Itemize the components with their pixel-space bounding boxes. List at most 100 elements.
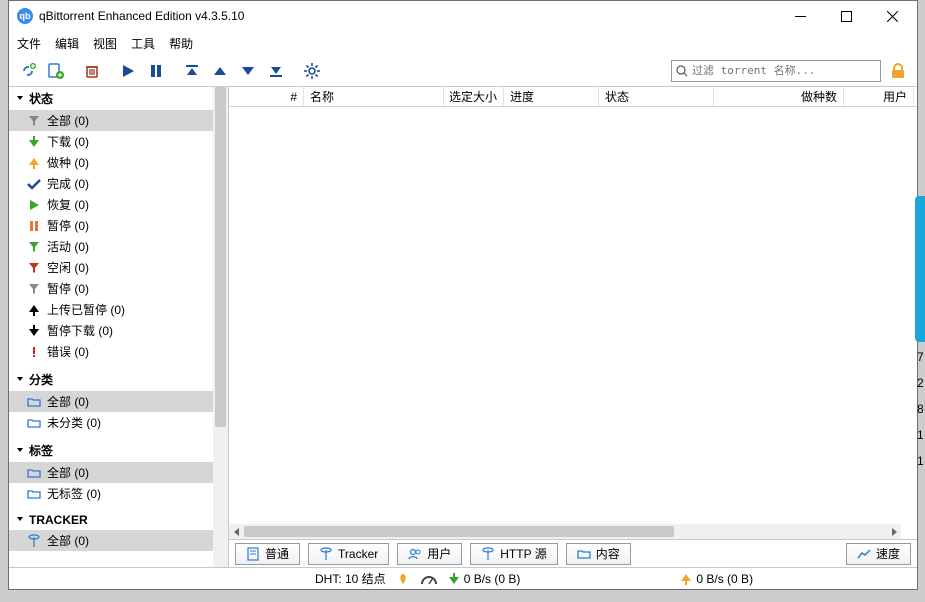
dht-status: DHT: 10 结点: [315, 570, 386, 587]
sidebar-item-label: 全部 (0): [47, 112, 89, 129]
doc-icon: [246, 547, 260, 561]
sidebar-item-label: 无标签 (0): [47, 485, 101, 502]
sidebar-item-label: 全部 (0): [47, 532, 89, 549]
arrow-up-orange-icon: [27, 156, 41, 170]
sidebar-item-label: 全部 (0): [47, 464, 89, 481]
search-input[interactable]: [692, 64, 876, 77]
resume-button[interactable]: [115, 58, 141, 84]
column-header[interactable]: 做种数: [714, 87, 844, 106]
chart-icon: [857, 547, 871, 561]
minimize-button[interactable]: [777, 1, 823, 31]
search-box[interactable]: [671, 60, 881, 82]
arrow-up-black-icon: [27, 303, 41, 317]
tab-HTTP 源[interactable]: HTTP 源: [470, 543, 557, 565]
tab-内容[interactable]: 内容: [566, 543, 631, 565]
sidebar-item-label: 暂停下载 (0): [47, 322, 113, 339]
toolbar: [9, 55, 917, 87]
sidebar-item-label: 恢复 (0): [47, 196, 89, 213]
sidebar-item-label: 活动 (0): [47, 238, 89, 255]
menu-2[interactable]: 视图: [93, 35, 117, 52]
sidebar-item[interactable]: 暂停 (0): [9, 278, 228, 299]
funnel-gray-icon: [27, 114, 41, 128]
sidebar-item[interactable]: 全部 (0): [9, 530, 228, 551]
sidebar-item-label: 错误 (0): [47, 343, 89, 360]
upload-speed: 0 B/s (0 B): [696, 572, 753, 586]
move-down-button[interactable]: [235, 58, 261, 84]
column-header[interactable]: 用户: [844, 87, 914, 106]
funnel-green-icon: [27, 240, 41, 254]
sidebar-item[interactable]: 无标签 (0): [9, 483, 228, 504]
sidebar-item-label: 下载 (0): [47, 133, 89, 150]
folder-blue-icon: [27, 416, 41, 430]
pause-button[interactable]: [143, 58, 169, 84]
column-header[interactable]: 名称: [304, 87, 444, 106]
section-TRACKER[interactable]: TRACKER: [9, 510, 228, 530]
sidebar: 状态全部 (0) 下载 (0) 做种 (0) 完成 (0) 恢复 (0) 暂停 (0) 活动…: [9, 87, 229, 567]
titlebar: qb qBittorrent Enhanced Edition v4.3.5.1…: [9, 1, 917, 31]
speed-gauge-icon: [420, 572, 438, 586]
maximize-button[interactable]: [823, 1, 869, 31]
sidebar-item[interactable]: 错误 (0): [9, 341, 228, 362]
sidebar-item[interactable]: 暂停下载 (0): [9, 320, 228, 341]
add-torrent-button[interactable]: [43, 58, 69, 84]
sidebar-item[interactable]: 暂停 (0): [9, 215, 228, 236]
column-headers: #名称选定大小进度状态做种数用户: [229, 87, 917, 107]
sidebar-item[interactable]: 全部 (0): [9, 391, 228, 412]
column-header[interactable]: 进度: [504, 87, 599, 106]
status-bar: DHT: 10 结点 0 B/s (0 B) 0 B/s (0 B): [9, 567, 917, 589]
search-icon: [676, 65, 688, 77]
horizontal-scrollbar[interactable]: [229, 524, 901, 539]
section-状态[interactable]: 状态: [9, 87, 228, 110]
download-speed: 0 B/s (0 B): [464, 572, 521, 586]
arrow-down-green-icon: [27, 135, 41, 149]
menu-1[interactable]: 编辑: [55, 35, 79, 52]
torrent-list[interactable]: [229, 107, 917, 524]
menu-3[interactable]: 工具: [131, 35, 155, 52]
delete-button[interactable]: [79, 58, 105, 84]
sidebar-item[interactable]: 全部 (0): [9, 110, 228, 131]
scroll-thumb[interactable]: [244, 526, 674, 537]
move-up-button[interactable]: [207, 58, 233, 84]
check-blue-icon: [27, 177, 41, 191]
main-panel: #名称选定大小进度状态做种数用户 普通Tracker用户HTTP 源内容速度: [229, 87, 917, 567]
sidebar-item-label: 上传已暂停 (0): [47, 301, 125, 318]
detail-tabs: 普通 Tracker 用户 HTTP 源内容 速度: [229, 539, 917, 567]
sidebar-item[interactable]: 恢复 (0): [9, 194, 228, 215]
add-link-button[interactable]: [15, 58, 41, 84]
sidebar-item[interactable]: 上传已暂停 (0): [9, 299, 228, 320]
sidebar-item[interactable]: 做种 (0): [9, 152, 228, 173]
sidebar-item[interactable]: 完成 (0): [9, 173, 228, 194]
move-top-button[interactable]: [179, 58, 205, 84]
overlay-side-tab[interactable]: [915, 196, 925, 342]
funnel-red-icon: [27, 261, 41, 275]
close-button[interactable]: [869, 1, 915, 31]
tab-普通[interactable]: 普通: [235, 543, 300, 565]
tab-speed[interactable]: 速度: [846, 543, 911, 565]
lock-button[interactable]: [885, 58, 911, 84]
column-header[interactable]: 状态: [599, 87, 714, 106]
sidebar-item-label: 做种 (0): [47, 154, 89, 171]
scroll-left-arrow[interactable]: [229, 524, 244, 539]
settings-button[interactable]: [299, 58, 325, 84]
disk-icon: [396, 572, 410, 586]
tab-Tracker[interactable]: Tracker: [308, 543, 389, 565]
sidebar-item[interactable]: 未分类 (0): [9, 412, 228, 433]
tab-用户[interactable]: 用户: [397, 543, 462, 565]
column-header[interactable]: 选定大小: [444, 87, 504, 106]
section-分类[interactable]: 分类: [9, 368, 228, 391]
section-标签[interactable]: 标签: [9, 439, 228, 462]
sidebar-item[interactable]: 全部 (0): [9, 462, 228, 483]
sidebar-item[interactable]: 下载 (0): [9, 131, 228, 152]
sidebar-item[interactable]: 活动 (0): [9, 236, 228, 257]
bang-red-icon: [27, 345, 41, 359]
sidebar-scrollbar[interactable]: [213, 87, 228, 567]
menu-0[interactable]: 文件: [17, 35, 41, 52]
sidebar-item[interactable]: 空闲 (0): [9, 257, 228, 278]
move-bottom-button[interactable]: [263, 58, 289, 84]
sidebar-item-label: 空闲 (0): [47, 259, 89, 276]
app-icon: qb: [17, 8, 33, 24]
folder-blue-icon: [27, 395, 41, 409]
scroll-right-arrow[interactable]: [886, 524, 901, 539]
menu-4[interactable]: 帮助: [169, 35, 193, 52]
column-header[interactable]: #: [229, 87, 304, 106]
